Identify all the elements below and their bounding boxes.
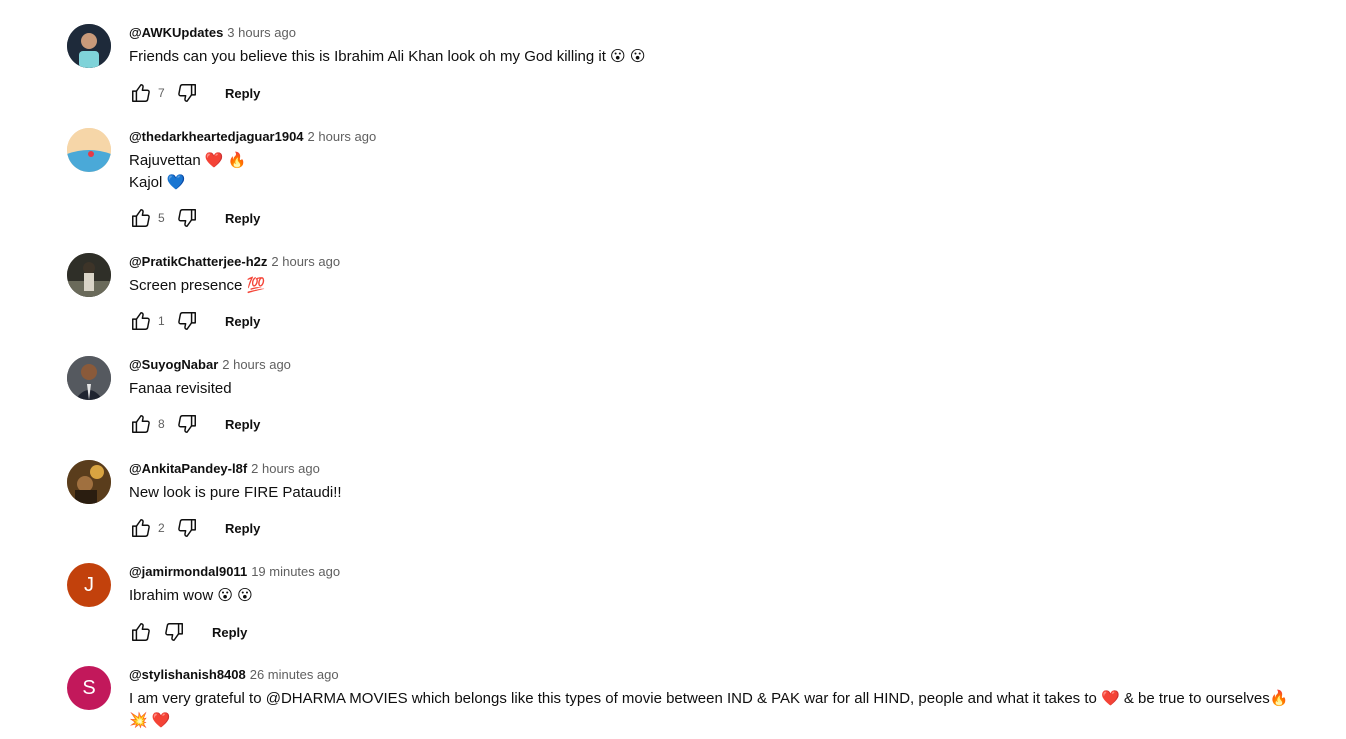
reply-button[interactable]: Reply (225, 82, 260, 105)
comment-line: Fanaa revisited (129, 380, 232, 397)
avatar[interactable]: S (67, 666, 111, 710)
comment-text: Ibrahim wow 😮 😮 (129, 585, 1327, 607)
comment-time[interactable]: 2 hours ago (222, 357, 291, 372)
comment-time[interactable]: 3 hours ago (227, 25, 296, 40)
comment-time[interactable]: 19 minutes ago (251, 564, 340, 579)
comment-author[interactable]: @thedarkheartedjaguar1904 (129, 129, 304, 144)
comment-line: Rajuvettan ❤️ 🔥 (129, 152, 247, 169)
comment-time[interactable]: 2 hours ago (271, 254, 340, 269)
comment-line: 💥 ❤️ (129, 712, 171, 729)
dislike-icon[interactable] (175, 516, 199, 540)
comment-line: I am very grateful to @DHARMA MOVIES whi… (129, 690, 1289, 707)
comment-time[interactable]: 2 hours ago (251, 461, 320, 476)
comment-text: Screen presence 💯 (129, 275, 1327, 297)
like-count: 5 (158, 211, 165, 225)
avatar[interactable] (67, 460, 111, 504)
comment-text: New look is pure FIRE Pataudi!! (129, 482, 1327, 504)
like-icon[interactable] (129, 81, 153, 105)
dislike-icon[interactable] (175, 206, 199, 230)
reply-button[interactable]: Reply (225, 207, 260, 230)
reply-button[interactable]: Reply (212, 621, 247, 644)
like-icon[interactable] (129, 620, 153, 644)
like-count: 7 (158, 86, 165, 100)
dislike-icon[interactable] (175, 309, 199, 333)
comment-line: Ibrahim wow 😮 😮 (129, 587, 253, 604)
dislike-icon[interactable] (175, 412, 199, 436)
comment-line: Screen presence 💯 (129, 277, 266, 294)
comment-author[interactable]: @SuyogNabar (129, 357, 218, 372)
reply-button[interactable]: Reply (225, 310, 260, 333)
avatar-letter: J (84, 573, 94, 596)
avatar[interactable] (67, 128, 111, 172)
like-icon[interactable] (129, 309, 153, 333)
comment-time[interactable]: 2 hours ago (308, 129, 377, 144)
comment-text: Friends can you believe this is Ibrahim … (129, 46, 1327, 68)
avatar-letter: S (82, 676, 96, 699)
avatar[interactable] (67, 253, 111, 297)
comment-author[interactable]: @PratikChatterjee-h2z (129, 254, 267, 269)
reply-button[interactable]: Reply (225, 517, 260, 540)
comment-author[interactable]: @jamirmondal9011 (129, 564, 247, 579)
like-icon[interactable] (129, 206, 153, 230)
dislike-icon[interactable] (175, 81, 199, 105)
comment-time[interactable]: 26 minutes ago (250, 667, 339, 682)
like-icon[interactable] (129, 516, 153, 540)
avatar[interactable] (67, 356, 111, 400)
like-count: 2 (158, 521, 165, 535)
comment-text: Rajuvettan ❤️ 🔥 Kajol 💙 (129, 150, 1327, 194)
reply-button[interactable]: Reply (225, 413, 260, 436)
comment-text: I am very grateful to @DHARMA MOVIES whi… (129, 688, 1327, 732)
comment-author[interactable]: @AnkitaPandey-l8f (129, 461, 247, 476)
avatar[interactable]: J (67, 563, 111, 607)
like-count: 1 (158, 314, 165, 328)
comment-line: Kajol 💙 (129, 174, 186, 191)
like-icon[interactable] (129, 412, 153, 436)
like-count: 8 (158, 417, 165, 431)
comment-author[interactable]: @AWKUpdates (129, 25, 223, 40)
comment-line: New look is pure FIRE Pataudi!! (129, 484, 342, 501)
avatar[interactable] (67, 24, 111, 68)
dislike-icon[interactable] (162, 620, 186, 644)
comment-text: Fanaa revisited (129, 378, 1327, 400)
comment-author[interactable]: @stylishanish8408 (129, 667, 246, 682)
comment-line: Friends can you believe this is Ibrahim … (129, 48, 646, 65)
